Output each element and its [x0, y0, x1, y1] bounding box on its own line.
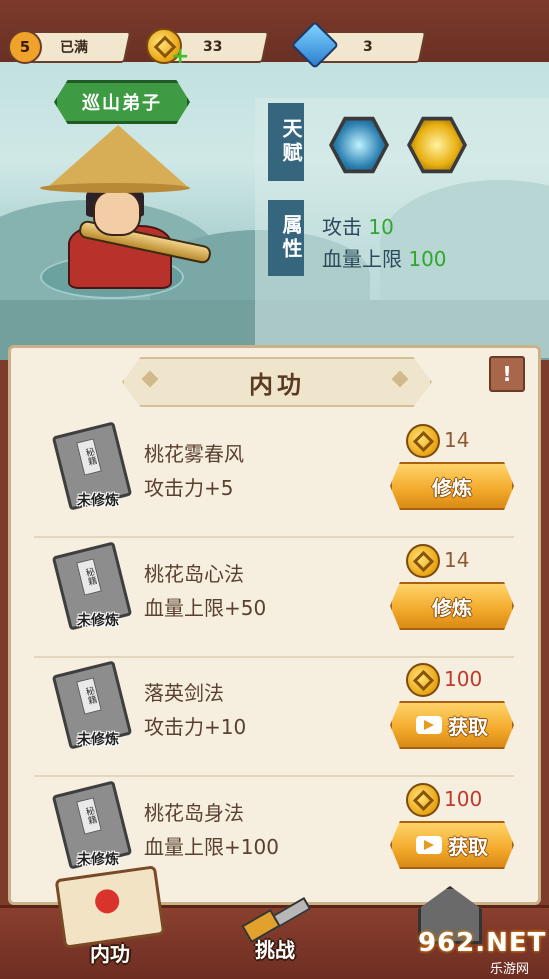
secret-book-icon: 秘籍 未修炼	[51, 541, 133, 631]
skill-cost: 100	[406, 663, 516, 697]
attribute-label: 属性	[268, 200, 304, 276]
skill-row: 秘籍 未修炼 落英剑法 攻击力+10 100 获取	[34, 659, 514, 777]
character-face	[93, 190, 141, 236]
cost-value: 14	[444, 548, 470, 572]
coin-icon	[406, 663, 440, 697]
tab-internal-skills[interactable]: 内功	[54, 865, 166, 967]
watermark-subtext: 乐游网	[490, 962, 530, 977]
skill-name: 桃花岛心法	[144, 562, 244, 586]
panel-title: 内功	[122, 357, 432, 407]
obtain-button[interactable]: 获取	[390, 821, 514, 869]
watermark-text: 962.NET	[418, 928, 547, 958]
hp-attribute: 血量上限 100	[322, 243, 447, 272]
skill-row: 秘籍 未修炼 桃花雾春风 攻击力+5 14 修炼	[34, 420, 514, 538]
coin-count: 33	[203, 39, 223, 55]
tab-challenge[interactable]: 挑战	[235, 890, 315, 963]
attack-attribute: 攻击 10	[322, 211, 394, 240]
train-button[interactable]: 修炼	[390, 462, 514, 510]
train-button[interactable]: 修炼	[390, 582, 514, 630]
coin-icon	[406, 783, 440, 817]
skill-cost: 14	[406, 544, 516, 578]
skill-effect: 攻击力+5	[144, 476, 234, 500]
straw-hat-brim	[40, 183, 190, 193]
video-icon	[416, 836, 442, 854]
hp-value: 100	[408, 247, 447, 271]
level-status-text: 已满	[60, 40, 88, 56]
site-watermark: 962.NET 乐游网	[418, 928, 547, 977]
row-divider	[34, 656, 514, 658]
rank-badge: 巡山弟子	[54, 80, 190, 124]
skill-cost: 14	[406, 424, 516, 458]
skill-cost: 100	[406, 783, 516, 817]
cost-value: 100	[444, 787, 483, 811]
train-label: 修炼	[432, 595, 472, 620]
secret-book-icon: 秘籍 未修炼	[51, 780, 133, 870]
skill-effect: 血量上限+50	[144, 596, 267, 620]
skill-status: 未修炼	[77, 732, 119, 748]
level-badge: 5	[8, 30, 42, 64]
obtain-label: 获取	[448, 714, 488, 739]
gem-count: 3	[363, 39, 373, 55]
cost-value: 14	[444, 428, 470, 452]
row-divider	[34, 536, 514, 538]
skill-effect: 攻击力+10	[144, 715, 247, 739]
hp-label: 血量上限	[322, 247, 402, 271]
obtain-button[interactable]: 获取	[390, 701, 514, 749]
skill-status: 未修炼	[77, 493, 119, 509]
add-coins-icon[interactable]: +	[171, 44, 189, 69]
skill-effect: 血量上限+100	[144, 835, 279, 859]
secret-book-icon: 秘籍 未修炼	[51, 660, 133, 750]
golden-gourd-icon[interactable]	[407, 115, 467, 175]
skill-status: 未修炼	[77, 613, 119, 629]
coin-icon	[406, 544, 440, 578]
wind-slash-icon[interactable]	[329, 115, 389, 175]
row-divider	[34, 775, 514, 777]
skill-name: 桃花岛身法	[144, 801, 244, 825]
character-avatar	[38, 125, 213, 299]
skill-status: 未修炼	[77, 852, 119, 868]
cost-value: 100	[444, 667, 483, 691]
coin-icon	[406, 424, 440, 458]
train-label: 修炼	[432, 475, 472, 500]
tab-label: 挑战	[255, 938, 295, 962]
attack-value: 10	[368, 215, 394, 239]
talent-label: 天赋	[268, 103, 304, 181]
sword-icon	[240, 890, 310, 938]
skill-name: 桃花雾春风	[144, 442, 244, 466]
video-icon	[416, 716, 442, 734]
info-button[interactable]: !	[489, 356, 525, 392]
skill-row: 秘籍 未修炼 桃花岛心法 血量上限+50 14 修炼	[34, 540, 514, 658]
secret-book-icon: 秘籍 未修炼	[51, 421, 133, 511]
obtain-label: 获取	[448, 834, 488, 859]
skill-name: 落英剑法	[144, 681, 224, 705]
attack-label: 攻击	[322, 215, 362, 239]
straw-hat	[48, 125, 188, 187]
book-icon	[54, 865, 166, 949]
